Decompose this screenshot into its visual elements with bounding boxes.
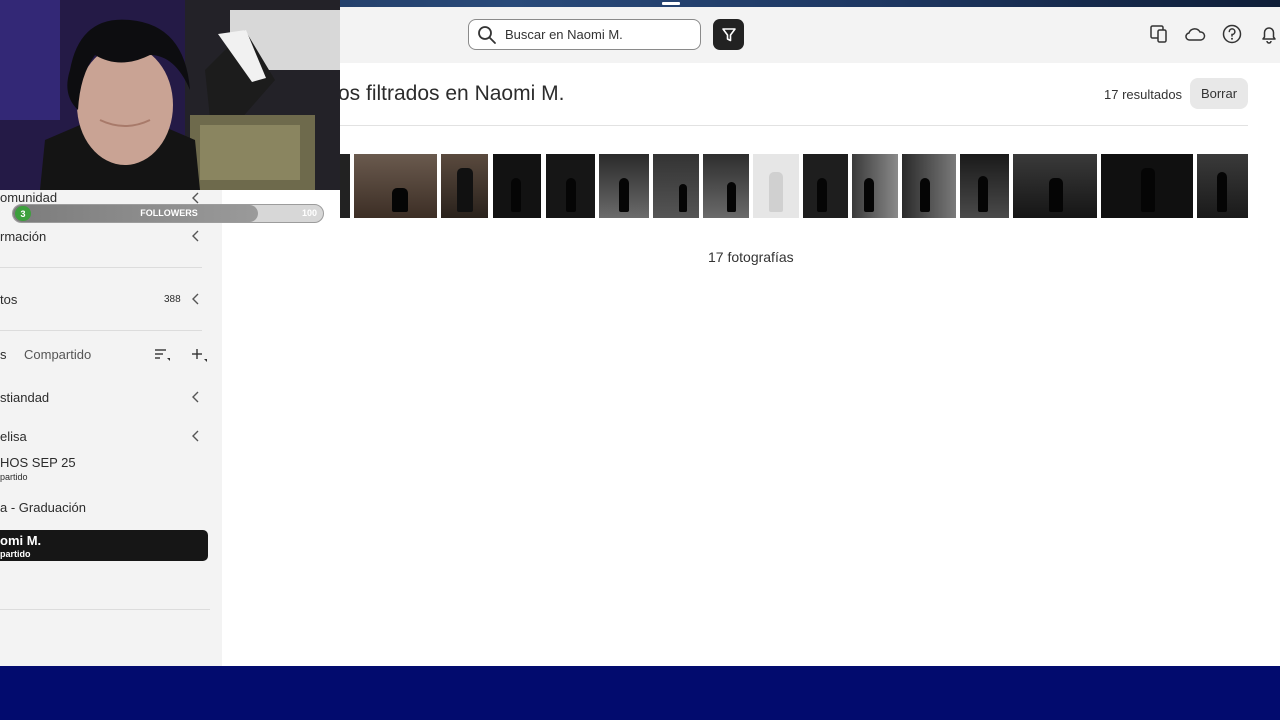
search-placeholder: Buscar en Naomi M.: [505, 27, 623, 42]
chevron-left-icon[interactable]: [191, 293, 201, 305]
add-icon[interactable]: [190, 347, 208, 363]
bell-icon[interactable]: [1258, 23, 1280, 45]
sidebar-divider: [0, 330, 202, 331]
album-active-sub: partido: [0, 549, 31, 559]
results-count: 17 resultados: [1104, 87, 1183, 102]
photo-count-label: 17 fotografías: [708, 249, 794, 265]
album-item[interactable]: elisa: [0, 429, 27, 444]
photo-thumbnail[interactable]: [1197, 154, 1248, 218]
filter-icon: [721, 27, 736, 41]
album-item[interactable]: a - Graduación: [0, 500, 86, 515]
chevron-left-icon[interactable]: [191, 391, 201, 403]
photo-thumbnail[interactable]: [1101, 154, 1193, 218]
photo-thumbnail[interactable]: [803, 154, 848, 218]
photo-thumbnail[interactable]: [703, 154, 749, 218]
photo-thumbnail[interactable]: [599, 154, 649, 218]
fotos-count: 388: [164, 294, 181, 305]
sort-icon[interactable]: [154, 348, 172, 362]
photo-thumbnail[interactable]: [960, 154, 1009, 218]
bottom-color-bar: [0, 666, 1280, 720]
drag-handle[interactable]: [662, 2, 680, 5]
page-title: os filtrados en Naomi M.: [338, 82, 565, 105]
photo-thumbnail[interactable]: [902, 154, 956, 218]
album-active-label: omi M.: [0, 533, 42, 548]
album-shared-label: partido: [0, 472, 28, 482]
sidebar-item-fotos[interactable]: tos: [0, 292, 17, 307]
photo-thumbnail[interactable]: [340, 154, 350, 218]
chevron-left-icon[interactable]: [191, 430, 201, 442]
search-icon: [478, 25, 496, 44]
followers-label: FOLLOWERS: [140, 208, 198, 218]
sidebar-divider: [0, 609, 210, 610]
photo-thumbnail[interactable]: [354, 154, 437, 218]
photo-thumbnail[interactable]: [852, 154, 898, 218]
sidebar-item-informacion[interactable]: rmación: [0, 229, 46, 244]
followers-goal: 100: [301, 208, 317, 218]
clear-button[interactable]: Borrar: [1190, 78, 1248, 109]
sidebar-divider: [0, 267, 202, 268]
cloud-icon[interactable]: [1184, 23, 1206, 45]
photo-thumbnail[interactable]: [493, 154, 541, 218]
photo-thumbnail-loading[interactable]: [753, 154, 799, 218]
photo-thumbnail[interactable]: [1013, 154, 1097, 218]
photo-thumbnail[interactable]: [653, 154, 699, 218]
help-icon[interactable]: [1221, 23, 1243, 45]
webcam-feed-image: [0, 0, 340, 190]
album-item[interactable]: HOS SEP 25: [0, 455, 76, 470]
filter-button[interactable]: [713, 19, 744, 50]
photo-thumbnail[interactable]: [546, 154, 595, 218]
sidebar-item-comunidad[interactable]: omunidad: [0, 190, 57, 205]
chevron-left-icon[interactable]: [191, 230, 201, 242]
webcam-overlay: [0, 0, 340, 190]
tab-shared[interactable]: Compartido: [24, 347, 91, 362]
album-item[interactable]: stiandad: [0, 390, 49, 405]
followers-progress-bar: 3 FOLLOWERS 100: [12, 204, 324, 223]
chevron-left-icon[interactable]: [191, 192, 201, 204]
header-divider: [338, 125, 1248, 126]
devices-icon[interactable]: [1148, 23, 1170, 45]
tab-albums[interactable]: s: [0, 347, 7, 362]
search-input[interactable]: Buscar en Naomi M.: [468, 19, 701, 50]
photo-thumbnail[interactable]: [441, 154, 488, 218]
